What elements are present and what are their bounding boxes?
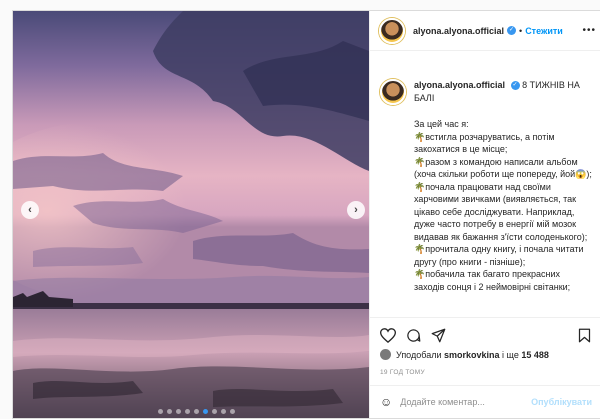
avatar[interactable] <box>379 17 405 44</box>
carousel-dot <box>212 409 217 414</box>
post-header: alyona.alyona.official ✓ • Стежити ••• <box>370 11 600 51</box>
carousel-dot <box>194 409 199 414</box>
comment-composer: ☺ Опублікувати <box>370 385 600 418</box>
likes-connector: і ще <box>502 349 519 360</box>
separator-dot: • <box>519 25 523 36</box>
publish-comment-button[interactable]: Опублікувати <box>531 397 592 407</box>
carousel-dot <box>203 409 208 414</box>
post-card: ‹ › alyona.alyona.official ✓ • Стежити •… <box>12 10 600 419</box>
comment-input[interactable] <box>400 397 532 407</box>
likes-count[interactable]: 15 488 <box>521 350 549 360</box>
follow-button[interactable]: Стежити <box>525 26 563 36</box>
caption-verified-badge-icon: ✓ <box>510 81 520 91</box>
carousel-dot <box>185 409 190 414</box>
share-icon[interactable] <box>431 328 446 348</box>
chevron-right-icon: › <box>354 203 358 216</box>
bookmark-icon[interactable] <box>578 328 591 348</box>
carousel-indicator <box>158 409 235 414</box>
caption-row: alyona.alyona.official ✓ 8 ТИЖНІВ НА БАЛ… <box>380 79 592 293</box>
heart-icon[interactable] <box>379 328 397 348</box>
carousel-dot <box>176 409 181 414</box>
caption-area[interactable]: alyona.alyona.official ✓ 8 ТИЖНІВ НА БАЛ… <box>370 69 600 315</box>
chevron-left-icon: ‹ <box>28 203 32 216</box>
instagram-post-page: ‹ › alyona.alyona.official ✓ • Стежити •… <box>0 0 600 419</box>
carousel-dot <box>230 409 235 414</box>
post-photo[interactable]: ‹ › <box>13 11 369 418</box>
caption-avatar[interactable] <box>380 79 406 105</box>
carousel-dot <box>167 409 172 414</box>
post-timestamp[interactable]: 19 ГОД ТОМУ <box>380 369 425 376</box>
likes-prefix: Уподобали <box>396 349 442 360</box>
carousel-dot <box>158 409 163 414</box>
caption-body: За цей час я: 🌴встигла розчаруватись, а … <box>414 119 592 292</box>
header-username[interactable]: alyona.alyona.official <box>413 26 504 36</box>
caption-heading: alyona.alyona.official ✓ 8 ТИЖНІВ НА БАЛ… <box>414 79 592 104</box>
likes-summary: Уподобали smorkovkina і ще 15 488 <box>380 349 549 360</box>
previous-image-button[interactable]: ‹ <box>21 201 39 219</box>
next-image-button[interactable]: › <box>347 201 365 219</box>
emoji-icon[interactable]: ☺ <box>380 395 392 409</box>
caption-text: alyona.alyona.official ✓ 8 ТИЖНІВ НА БАЛ… <box>414 79 592 293</box>
liker-username[interactable]: smorkovkina <box>444 350 500 360</box>
more-options-icon[interactable]: ••• <box>582 25 596 36</box>
liker-avatar[interactable] <box>380 349 391 360</box>
carousel-dot <box>221 409 226 414</box>
post-sidebar: alyona.alyona.official ✓ • Стежити ••• a… <box>369 11 600 418</box>
caption-username[interactable]: alyona.alyona.official <box>414 80 505 90</box>
verified-badge-icon: ✓ <box>507 26 517 35</box>
action-bar <box>370 317 600 351</box>
comment-icon[interactable] <box>406 328 421 348</box>
sunset-sky-photo <box>13 11 369 418</box>
